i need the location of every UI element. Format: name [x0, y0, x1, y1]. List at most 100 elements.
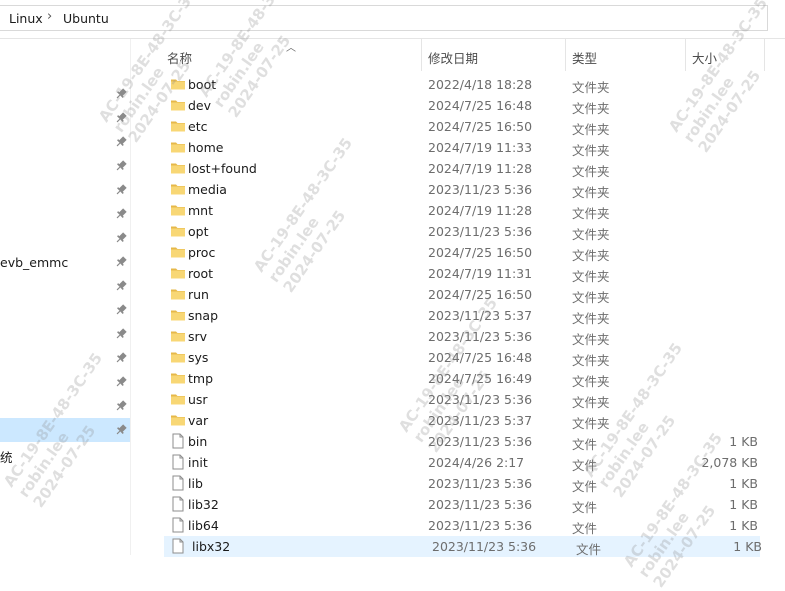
nav-item-evb-emmc[interactable]: evb_emmc	[0, 255, 68, 270]
pin-icon[interactable]	[114, 351, 128, 365]
file-date: 2024/7/25 16:50	[428, 287, 533, 302]
file-date: 2024/7/25 16:48	[428, 98, 533, 113]
file-icon	[172, 496, 184, 512]
pin-icon[interactable]	[114, 423, 128, 437]
pin-icon[interactable]	[114, 255, 128, 269]
file-date: 2023/11/23 5:36	[428, 224, 533, 239]
file-name[interactable]: snap	[188, 308, 218, 323]
file-type: 文件夹	[572, 101, 610, 116]
column-divider[interactable]	[685, 39, 686, 71]
folder-icon	[171, 184, 185, 195]
file-name[interactable]: etc	[188, 119, 207, 134]
file-icon	[172, 433, 184, 449]
file-name[interactable]: lib32	[188, 497, 219, 512]
pin-icon[interactable]	[114, 231, 128, 245]
breadcrumb-separator: ›	[47, 9, 53, 24]
file-type: 文件	[576, 542, 602, 557]
file-icon	[172, 475, 184, 491]
file-type: 文件夹	[572, 80, 610, 95]
file-name[interactable]: srv	[188, 329, 207, 344]
column-divider[interactable]	[421, 39, 422, 71]
file-icon	[172, 538, 184, 554]
pin-icon[interactable]	[114, 327, 128, 341]
file-type: 文件夹	[572, 290, 610, 305]
file-date: 2024/7/25 16:50	[428, 119, 533, 134]
file-type: 文件	[572, 521, 598, 536]
breadcrumb-item-ubuntu[interactable]: Ubuntu	[63, 11, 109, 26]
file-name[interactable]: libx32	[192, 539, 230, 554]
file-name[interactable]: tmp	[188, 371, 213, 386]
file-date: 2024/7/19 11:28	[428, 203, 533, 218]
folder-icon	[171, 331, 185, 342]
file-date: 2023/11/23 5:36	[428, 518, 533, 533]
file-name[interactable]: mnt	[188, 203, 213, 218]
file-name[interactable]: dev	[188, 98, 211, 113]
breadcrumb[interactable]	[0, 5, 768, 31]
file-row[interactable]: lost+found 2024/7/19 11:28 文件夹	[160, 158, 760, 179]
file-name[interactable]: root	[188, 266, 213, 281]
file-type: 文件夹	[572, 122, 610, 137]
file-row[interactable]: proc 2024/7/25 16:50 文件夹	[160, 242, 760, 263]
folder-icon	[171, 121, 185, 132]
pin-icon[interactable]	[114, 279, 128, 293]
file-type: 文件夹	[572, 206, 610, 221]
file-name[interactable]: lost+found	[188, 161, 257, 176]
folder-icon	[171, 310, 185, 321]
file-type: 文件夹	[572, 311, 610, 326]
file-type: 文件夹	[572, 374, 610, 389]
file-name[interactable]: var	[188, 413, 208, 428]
file-row[interactable]: root 2024/7/19 11:31 文件夹	[160, 263, 760, 284]
folder-icon	[171, 268, 185, 279]
file-icon	[172, 517, 184, 533]
file-name[interactable]: home	[188, 140, 223, 155]
file-date: 2024/7/19 11:33	[428, 140, 533, 155]
column-header-date[interactable]: 修改日期	[428, 48, 478, 67]
file-row[interactable]: init 2024/4/26 2:17 文件 2,078 KB	[160, 452, 760, 473]
file-name[interactable]: lib	[188, 476, 203, 491]
file-date: 2023/11/23 5:36	[428, 476, 533, 491]
folder-icon	[171, 163, 185, 174]
file-name[interactable]: bin	[188, 434, 207, 449]
folder-icon	[171, 415, 185, 426]
file-date: 2024/4/26 2:17	[428, 455, 525, 470]
file-name[interactable]: run	[188, 287, 209, 302]
file-row[interactable]: run 2024/7/25 16:50 文件夹	[160, 284, 760, 305]
file-date: 2023/11/23 5:36	[428, 182, 533, 197]
file-name[interactable]: proc	[188, 245, 215, 260]
file-type: 文件夹	[572, 227, 610, 242]
file-row[interactable]: snap 2023/11/23 5:37 文件夹	[160, 305, 760, 326]
pin-icon[interactable]	[114, 207, 128, 221]
file-type: 文件夹	[572, 248, 610, 263]
file-type: 文件夹	[572, 143, 610, 158]
file-date: 2022/4/18 18:28	[428, 77, 533, 92]
file-date: 2024/7/19 11:31	[428, 266, 533, 281]
file-type: 文件夹	[572, 164, 610, 179]
file-size: 1 KB	[733, 539, 762, 554]
pin-icon[interactable]	[114, 183, 128, 197]
column-divider[interactable]	[565, 39, 566, 71]
file-type: 文件夹	[572, 185, 610, 200]
file-name[interactable]: opt	[188, 224, 208, 239]
file-type: 文件夹	[572, 332, 610, 347]
file-row[interactable]: home 2024/7/19 11:33 文件夹	[160, 137, 760, 158]
folder-icon	[171, 394, 185, 405]
folder-icon	[171, 100, 185, 111]
file-row[interactable]: mnt 2024/7/19 11:28 文件夹	[160, 200, 760, 221]
file-name[interactable]: lib64	[188, 518, 219, 533]
breadcrumb-item-linux[interactable]: Linux	[9, 11, 43, 26]
file-name[interactable]: init	[188, 455, 208, 470]
folder-icon	[171, 226, 185, 237]
pin-icon[interactable]	[114, 303, 128, 317]
file-name[interactable]: media	[188, 182, 227, 197]
file-type: 文件夹	[572, 269, 610, 284]
column-header-type[interactable]: 类型	[572, 48, 597, 67]
file-name[interactable]: usr	[188, 392, 208, 407]
address-bar: Linux › Ubuntu	[0, 0, 785, 39]
file-row[interactable]: opt 2023/11/23 5:36 文件夹	[160, 221, 760, 242]
file-date: 2023/11/23 5:36	[428, 497, 533, 512]
folder-icon	[171, 247, 185, 258]
file-name[interactable]: sys	[188, 350, 208, 365]
file-row[interactable]: media 2023/11/23 5:36 文件夹	[160, 179, 760, 200]
pin-icon[interactable]	[114, 159, 128, 173]
file-icon	[172, 454, 184, 470]
